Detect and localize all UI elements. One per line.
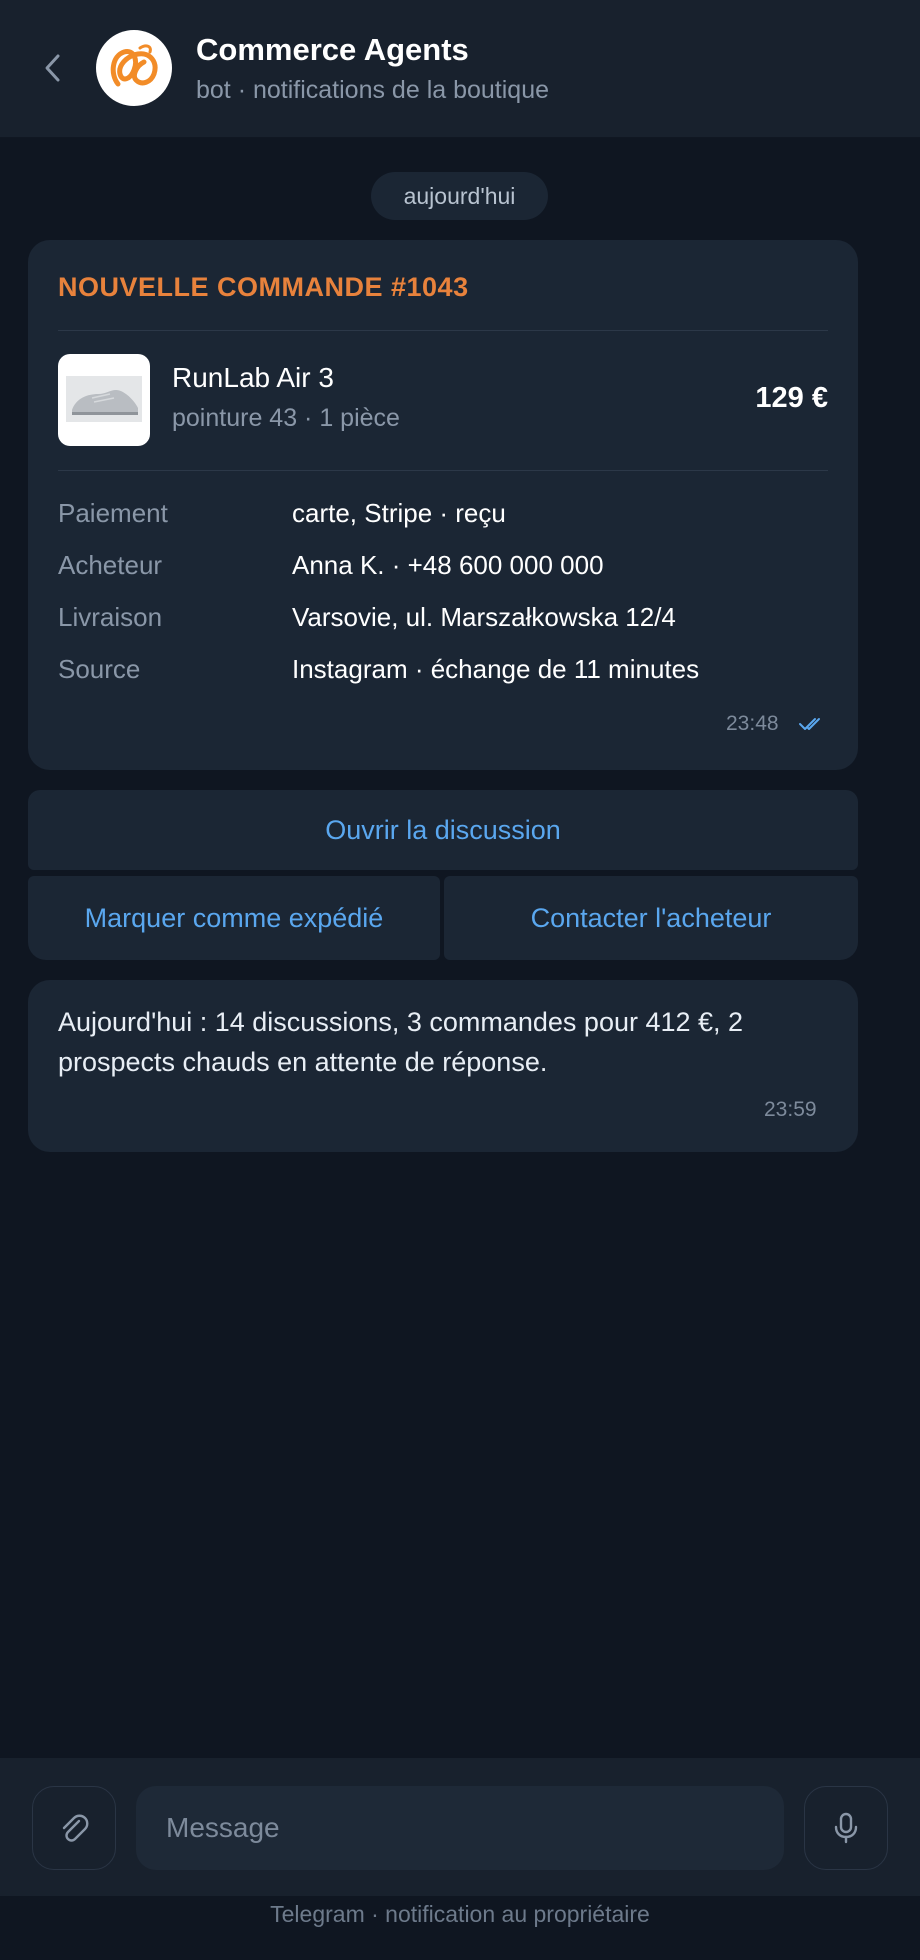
message-input[interactable] xyxy=(136,1786,784,1870)
divider xyxy=(58,470,828,471)
detail-label: Source xyxy=(58,654,141,684)
order-title: NOUVELLE COMMANDE #1043 xyxy=(58,272,469,302)
product-name: RunLab Air 3 xyxy=(172,362,334,393)
product-price: 129 € xyxy=(755,382,828,414)
order-message: NOUVELLE COMMANDE #1043 RunLab Air 3 poi… xyxy=(28,240,858,770)
microphone-icon xyxy=(834,1812,858,1844)
summary-message: Aujourd'hui : 14 discussions, 3 commande… xyxy=(28,980,858,1152)
detail-label: Paiement xyxy=(58,498,168,528)
footer-note: Telegram · notification au propriétaire xyxy=(270,1901,650,1927)
product-image xyxy=(58,354,150,446)
open-discussion-button[interactable]: Ouvrir la discussion xyxy=(28,790,858,870)
message-composer xyxy=(0,1758,920,1896)
mic-button[interactable] xyxy=(804,1786,888,1870)
summary-text: Aujourd'hui : 14 discussions, 3 commande… xyxy=(58,1007,744,1077)
back-button[interactable] xyxy=(30,40,74,96)
detail-label: Acheteur xyxy=(58,550,163,580)
detail-value: Varsovie, ul. Marszałkowska 12/4 xyxy=(292,602,676,632)
sneaker-icon xyxy=(66,376,142,422)
avatar[interactable] xyxy=(96,30,172,106)
attach-button[interactable] xyxy=(32,1786,116,1870)
chevron-left-icon xyxy=(45,54,60,82)
detail-label: Livraison xyxy=(58,602,163,632)
contact-buyer-button[interactable]: Contacter l'acheteur xyxy=(444,876,858,960)
mark-shipped-button[interactable]: Marquer comme expédié xyxy=(28,876,440,960)
double-check-icon xyxy=(799,718,820,730)
message-time: 23:59 xyxy=(764,1098,817,1121)
date-separator: aujourd'hui xyxy=(371,172,548,220)
message-time: 23:48 xyxy=(726,712,779,735)
divider xyxy=(58,330,828,331)
spiral-logo-icon xyxy=(110,44,158,87)
chat-title[interactable]: Commerce Agents xyxy=(196,32,469,68)
detail-value: carte, Stripe · reçu xyxy=(292,498,506,528)
product-meta: pointure 43 · 1 pièce xyxy=(172,404,400,432)
chat-subtitle: bot · notifications de la boutique xyxy=(196,76,550,104)
detail-value: Anna K. · +48 600 000 000 xyxy=(292,550,604,580)
chat-header: Commerce Agents bot · notifications de l… xyxy=(0,0,920,138)
detail-value: Instagram · échange de 11 minutes xyxy=(292,654,700,684)
paperclip-icon xyxy=(62,1814,89,1842)
